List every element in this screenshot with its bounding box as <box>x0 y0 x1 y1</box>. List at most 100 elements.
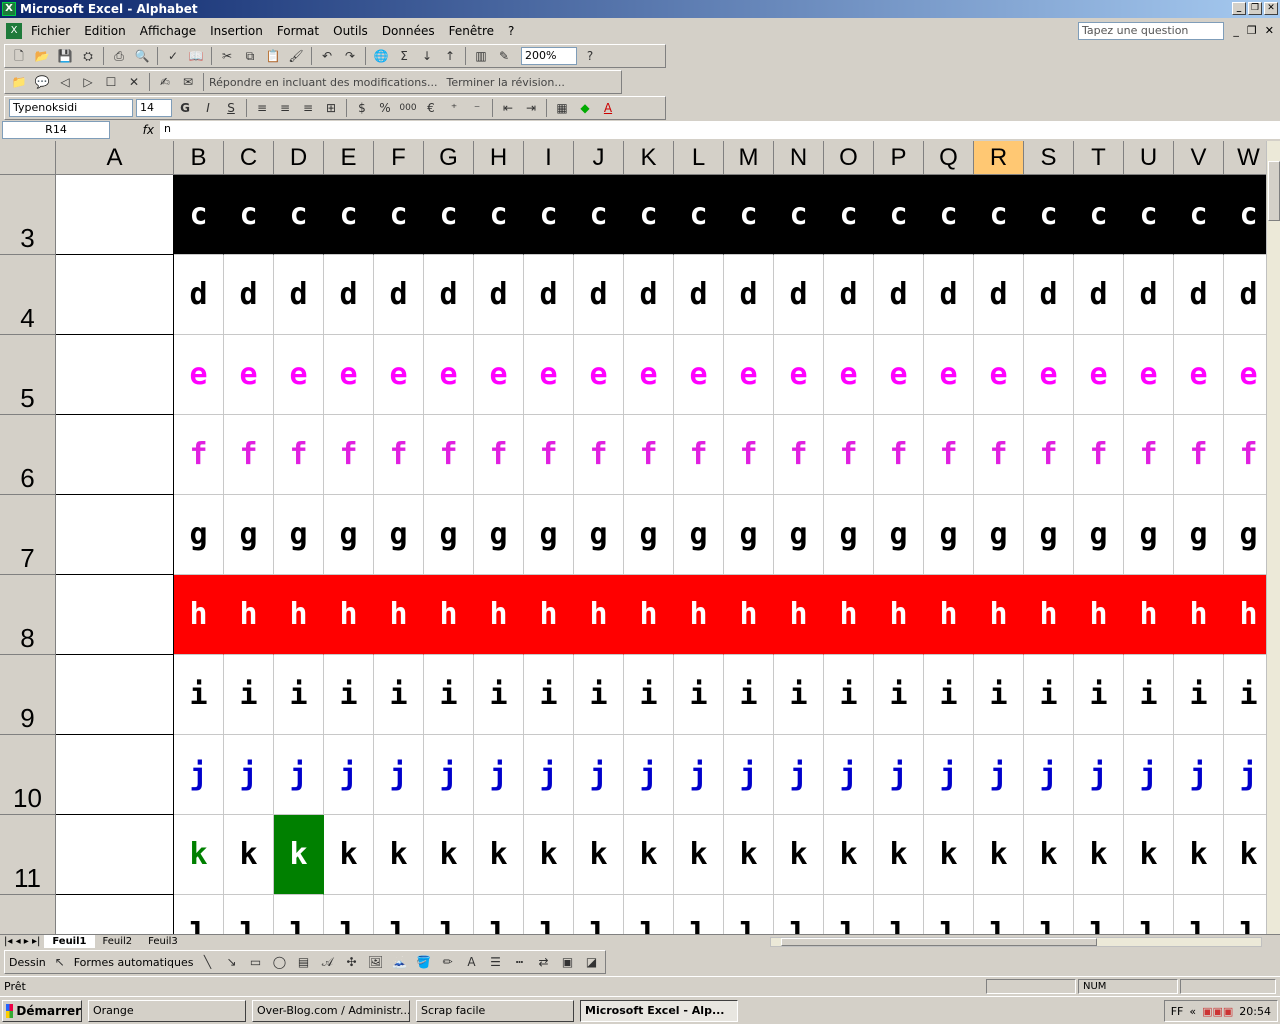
cell[interactable]: g <box>924 495 974 575</box>
cell[interactable]: c <box>1124 175 1174 255</box>
cell[interactable]: f <box>324 415 374 495</box>
cell[interactable]: g <box>524 495 574 575</box>
draw-menu[interactable]: Dessin <box>9 956 46 969</box>
cell[interactable]: k <box>1124 815 1174 895</box>
wordart-icon[interactable]: 𝒜 <box>317 952 337 972</box>
cell[interactable]: k <box>824 815 874 895</box>
cell[interactable]: l <box>624 895 674 934</box>
cell-a[interactable] <box>56 815 174 895</box>
cell[interactable]: c <box>174 175 224 255</box>
align-right-icon[interactable]: ≡ <box>298 98 318 118</box>
restore-button[interactable]: ❐ <box>1248 2 1262 15</box>
reply-with-changes[interactable]: Répondre en incluant des modifications..… <box>209 76 437 89</box>
cell[interactable]: e <box>524 335 574 415</box>
cell[interactable]: g <box>374 495 424 575</box>
shadow-icon[interactable]: ▣ <box>557 952 577 972</box>
copy-icon[interactable]: ⧉ <box>240 46 260 66</box>
save-icon[interactable]: 💾 <box>55 46 75 66</box>
cell[interactable]: e <box>1124 335 1174 415</box>
cell[interactable]: l <box>274 895 324 934</box>
cell[interactable]: d <box>624 255 674 335</box>
cell[interactable]: l <box>874 895 924 934</box>
cell[interactable]: c <box>324 175 374 255</box>
cell[interactable]: i <box>774 655 824 735</box>
row-header[interactable]: 10 <box>0 735 56 815</box>
cell[interactable]: e <box>1074 335 1124 415</box>
cell[interactable]: k <box>224 815 274 895</box>
language-indicator[interactable]: FF <box>1171 1005 1184 1018</box>
cell[interactable]: k <box>974 815 1024 895</box>
font-color-icon[interactable]: A <box>598 98 618 118</box>
fill-color-icon[interactable]: ◆ <box>575 98 595 118</box>
name-box[interactable]: R14 <box>2 121 110 139</box>
currency-icon[interactable]: $ <box>352 98 372 118</box>
task-overblog[interactable]: Over-Blog.com / Administr... <box>252 999 410 1022</box>
cell[interactable]: k <box>174 815 224 895</box>
cell[interactable]: f <box>624 415 674 495</box>
cell[interactable]: k <box>724 815 774 895</box>
increase-decimal-icon[interactable]: ⁺ <box>444 98 464 118</box>
tab-feuil1[interactable]: Feuil1 <box>44 935 95 948</box>
picture-icon[interactable]: 🗻 <box>389 952 409 972</box>
cell[interactable]: h <box>974 575 1024 655</box>
row-header[interactable] <box>0 895 56 934</box>
cell[interactable]: l <box>174 895 224 934</box>
cell[interactable]: h <box>724 575 774 655</box>
row-header[interactable]: 8 <box>0 575 56 655</box>
menu-help[interactable]: ? <box>501 24 521 38</box>
formula-input[interactable]: n <box>160 121 1280 139</box>
cell[interactable]: e <box>874 335 924 415</box>
cell[interactable]: e <box>574 335 624 415</box>
vertical-scrollbar[interactable] <box>1266 141 1280 934</box>
cell[interactable]: l <box>974 895 1024 934</box>
cell[interactable]: h <box>474 575 524 655</box>
column-header-j[interactable]: J <box>574 141 624 175</box>
task-scrap-facile[interactable]: Scrap facile <box>416 999 574 1022</box>
cell[interactable]: f <box>1174 415 1224 495</box>
sort-asc-icon[interactable]: ↓ <box>417 46 437 66</box>
cell[interactable]: c <box>824 175 874 255</box>
cell[interactable]: h <box>224 575 274 655</box>
align-left-icon[interactable]: ≡ <box>252 98 272 118</box>
row-header[interactable]: 7 <box>0 495 56 575</box>
cell[interactable]: g <box>1074 495 1124 575</box>
diagram-icon[interactable]: ✣ <box>341 952 361 972</box>
cell[interactable]: j <box>1224 735 1266 815</box>
cell[interactable]: e <box>274 335 324 415</box>
cell[interactable]: g <box>1224 495 1266 575</box>
cell[interactable]: j <box>924 735 974 815</box>
cell[interactable]: f <box>674 415 724 495</box>
cell-a[interactable] <box>56 895 174 934</box>
cell[interactable]: k <box>874 815 924 895</box>
cell[interactable]: d <box>574 255 624 335</box>
cell[interactable]: i <box>824 655 874 735</box>
cell[interactable]: h <box>574 575 624 655</box>
decrease-indent-icon[interactable]: ⇤ <box>498 98 518 118</box>
cell[interactable]: c <box>224 175 274 255</box>
cell[interactable]: j <box>174 735 224 815</box>
cell[interactable]: j <box>1024 735 1074 815</box>
cell[interactable]: g <box>1124 495 1174 575</box>
cell[interactable]: f <box>924 415 974 495</box>
cell-a[interactable] <box>56 335 174 415</box>
task-orange[interactable]: Orange <box>88 999 246 1022</box>
cell[interactable]: c <box>874 175 924 255</box>
cell[interactable]: c <box>374 175 424 255</box>
cell[interactable]: d <box>524 255 574 335</box>
cell[interactable]: f <box>574 415 624 495</box>
cell[interactable]: j <box>224 735 274 815</box>
underline-icon[interactable]: S <box>221 98 241 118</box>
column-header-t[interactable]: T <box>1074 141 1124 175</box>
cell[interactable]: c <box>1174 175 1224 255</box>
cell[interactable]: l <box>1124 895 1174 934</box>
redo-icon[interactable]: ↷ <box>340 46 360 66</box>
cell[interactable]: l <box>724 895 774 934</box>
cell[interactable]: d <box>474 255 524 335</box>
cell[interactable]: c <box>424 175 474 255</box>
spelling-icon[interactable]: ✓ <box>163 46 183 66</box>
line-style-icon[interactable]: ☰ <box>485 952 505 972</box>
doc-restore-button[interactable]: ❐ <box>1247 24 1257 37</box>
select-all-corner[interactable] <box>0 141 56 175</box>
cell[interactable]: i <box>524 655 574 735</box>
cell[interactable]: j <box>1124 735 1174 815</box>
